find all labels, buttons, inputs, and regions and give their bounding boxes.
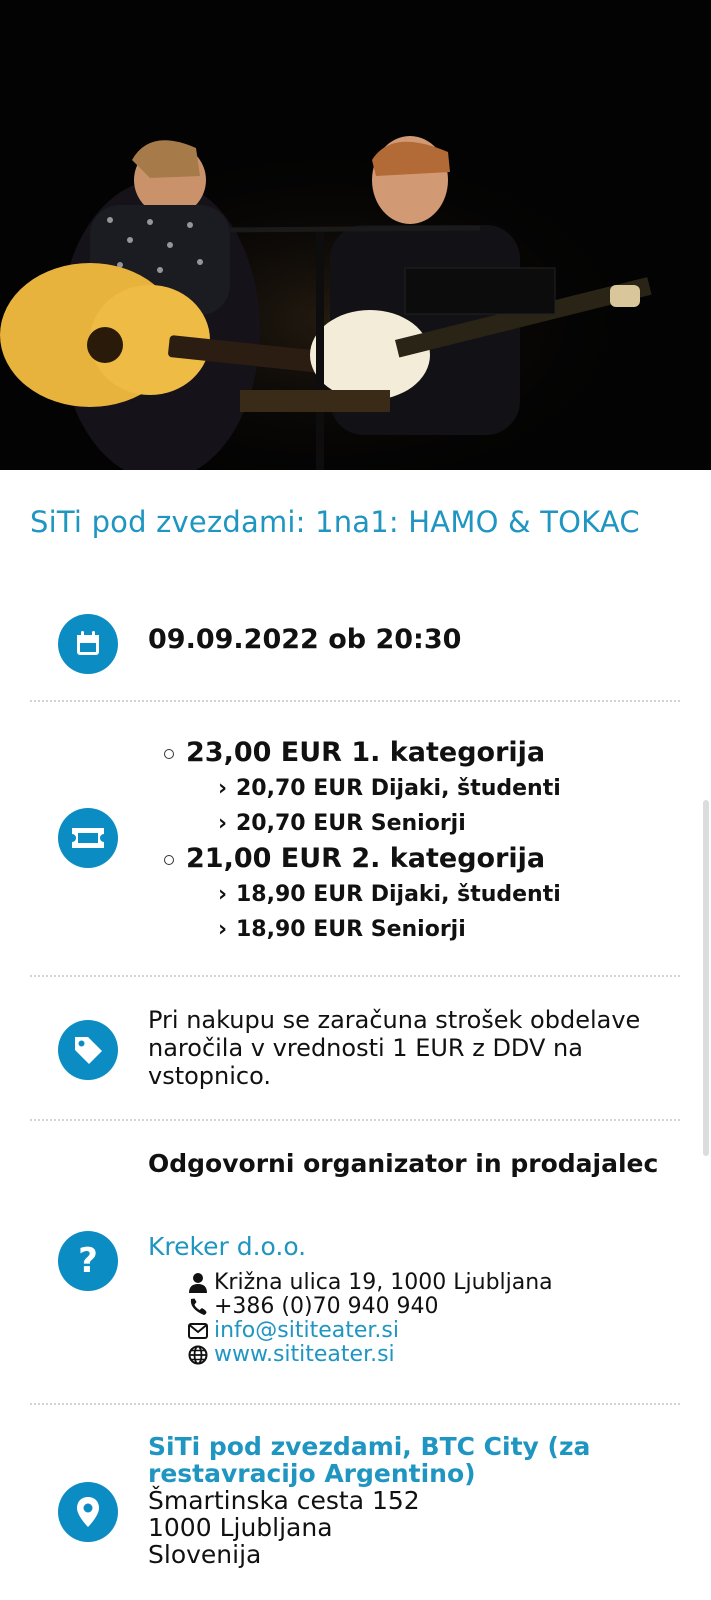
divider (30, 1403, 680, 1405)
price-category: 21,00 EUR 2. kategorija (148, 841, 561, 877)
price-discount: › 18,90 EUR Seniorji (218, 917, 466, 942)
question-icon: ? (58, 1231, 118, 1291)
phone-icon (186, 1296, 210, 1318)
envelope-icon (186, 1320, 210, 1342)
page-scrollbar[interactable] (703, 800, 709, 1156)
map-pin-icon (58, 1482, 118, 1542)
phone-line[interactable]: +386 (0)70 940 940 (186, 1295, 553, 1319)
organizer-name[interactable]: Kreker d.o.o. (148, 1232, 306, 1261)
price-discount: › 20,70 EUR Seniorji (218, 811, 466, 836)
website-link[interactable]: www.sititeater.si (214, 1343, 395, 1367)
web-line[interactable]: www.sititeater.si (186, 1343, 553, 1367)
calendar-icon (58, 614, 118, 674)
venue-country: Slovenija (148, 1540, 262, 1569)
price-category: 23,00 EUR 1. kategorija (148, 735, 561, 771)
venue-info: SiTi pod zvezdami, BTC City (za restavra… (148, 1433, 688, 1568)
user-icon (186, 1272, 210, 1294)
email-line[interactable]: info@sititeater.si (186, 1319, 553, 1343)
globe-icon (186, 1344, 210, 1366)
price-discount: › 20,70 EUR Dijaki, študenti (218, 776, 561, 801)
price-discount: › 18,90 EUR Dijaki, študenti (218, 882, 561, 907)
organizer-heading: Odgovorni organizator in prodajalec (148, 1149, 659, 1178)
divider (30, 975, 680, 977)
event-hero-image (0, 0, 711, 470)
fee-note: Pri nakupu se zaračuna strošek obdelave … (148, 1006, 641, 1090)
organizer-contacts: Križna ulica 19, 1000 Ljubljana +386 (0)… (186, 1271, 553, 1367)
event-datetime: 09.09.2022 ob 20:30 (148, 624, 462, 655)
email-link[interactable]: info@sititeater.si (214, 1319, 399, 1343)
divider (30, 700, 680, 702)
divider (30, 1119, 680, 1121)
address-line: Križna ulica 19, 1000 Ljubljana (186, 1271, 553, 1295)
venue-name[interactable]: SiTi pod zvezdami, BTC City (za restavra… (148, 1433, 688, 1487)
venue-street: Šmartinska cesta 152 (148, 1486, 420, 1515)
event-title: SiTi pod zvezdami: 1na1: HAMO & TOKAC (30, 505, 640, 539)
tag-icon (58, 1020, 118, 1080)
ticket-icon (58, 808, 118, 868)
venue-city: 1000 Ljubljana (148, 1513, 333, 1542)
price-list: 23,00 EUR 1. kategorija › 20,70 EUR Dijak… (148, 735, 561, 947)
concert-photo (0, 0, 711, 470)
